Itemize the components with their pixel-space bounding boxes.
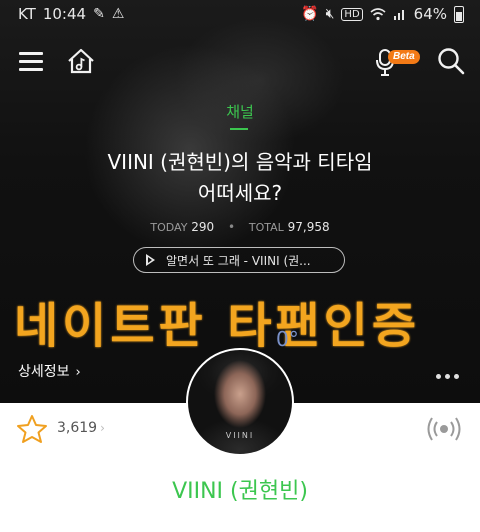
status-left: KT 10:44 ✎ ⚠ [18, 5, 124, 23]
home-music-icon[interactable] [66, 46, 96, 76]
stats-separator: • [227, 220, 236, 234]
battery-icon [454, 5, 464, 23]
details-label: 상세정보 [18, 364, 70, 380]
status-right: ⏰ 🔇︎ HD 64% [301, 5, 464, 23]
visit-stats: TODAY 290 • TOTAL 97,958 [0, 220, 480, 234]
chevron-right-icon: › [75, 365, 81, 380]
total-value: 97,958 [287, 220, 330, 234]
overlay-caption: 네이트판 타팬인증 [14, 298, 420, 354]
total-label: TOTAL [248, 221, 284, 234]
like-count-value: 3,619 [57, 420, 98, 436]
status-bar: KT 10:44 ✎ ⚠ ⏰ 🔇︎ HD 64% [0, 0, 480, 30]
avatar-tag: VIINI [225, 431, 255, 440]
today-value: 290 [191, 220, 215, 234]
voice-search-button[interactable]: Beta [372, 46, 420, 76]
channel-underline [230, 128, 248, 130]
chevron-right-icon: › [100, 421, 105, 435]
degree-mark: 0° [276, 327, 299, 351]
channel-hero: KT 10:44 ✎ ⚠ ⏰ 🔇︎ HD 64% Beta 채널 VIINI (… [0, 0, 480, 403]
radio-broadcast-icon[interactable] [426, 413, 462, 445]
battery-percent: 64% [413, 5, 447, 23]
more-dots-icon[interactable] [436, 374, 462, 380]
warning-icon: ⚠ [111, 6, 125, 22]
beta-badge: Beta [388, 50, 420, 64]
artist-name[interactable]: VIINI (권현빈) [0, 473, 480, 505]
clock: 10:44 [42, 5, 87, 23]
channel-title-line2: 어떠세요? [197, 181, 283, 205]
pin-icon: ✎ [93, 6, 105, 22]
now-playing-button[interactable]: 알면서 또 그래 - VIINI (권... [133, 247, 345, 273]
like-count[interactable]: 3,619 › [57, 420, 105, 436]
details-link[interactable]: 상세정보 › [18, 361, 81, 381]
today-label: TODAY [150, 221, 188, 234]
search-icon[interactable] [436, 46, 466, 76]
hd-icon: HD [341, 7, 363, 21]
signal-icon [393, 10, 404, 20]
channel-title-line1: VIINI (권현빈)의 음악과 티타임 [107, 150, 373, 174]
wifi-icon [370, 8, 386, 21]
mute-icon: 🔇︎ [325, 6, 335, 22]
hamburger-menu-icon[interactable] [17, 46, 47, 76]
alarm-icon: ⏰ [301, 6, 319, 22]
now-playing-title: 알면서 또 그래 - VIINI (권... [166, 253, 311, 268]
channel-title: VIINI (권현빈)의 음악과 티타임 어떠세요? [0, 147, 480, 209]
carrier-label: KT [18, 5, 36, 23]
artist-avatar[interactable]: VIINI [186, 348, 294, 456]
star-icon[interactable] [16, 414, 48, 444]
channel-label: 채널 [226, 103, 254, 121]
